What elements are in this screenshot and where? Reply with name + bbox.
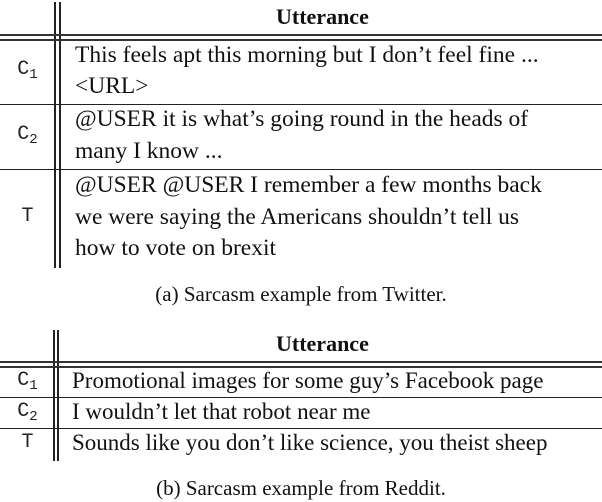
caption-reddit: (b) Sarcasm example from Reddit.	[156, 476, 446, 500]
row-label: C1	[17, 58, 38, 83]
header-rule	[0, 34, 602, 36]
header-rule	[0, 361, 602, 363]
column-divider	[57, 330, 59, 461]
row-label: C2	[17, 400, 38, 425]
utterance-text: many I know ...	[75, 138, 223, 164]
row-label: C1	[17, 369, 38, 394]
utterance-header: Utterance	[276, 4, 369, 29]
column-divider	[59, 2, 61, 268]
utterance-text: I wouldn’t let that robot near me	[72, 399, 371, 424]
utterance-header: Utterance	[276, 331, 369, 356]
utterance-text: @USER @USER I remember a few months back	[75, 172, 542, 198]
utterance-text: how to vote on brexit	[75, 235, 277, 261]
row-label: T	[21, 431, 34, 454]
utterance-text: @USER it is what’s going round in the he…	[75, 106, 529, 132]
utterance-text: This feels apt this morning but I don’t …	[75, 42, 539, 68]
utterance-text: Promotional images for some guy’s Facebo…	[72, 368, 544, 393]
utterance-text: Sounds like you don’t like science, you …	[72, 430, 548, 455]
row-label: C2	[17, 123, 38, 148]
caption-twitter: (a) Sarcasm example from Twitter.	[155, 282, 447, 306]
utterance-text: <URL>	[75, 73, 149, 99]
utterance-text: we were saying the Americans shouldn’t t…	[75, 204, 520, 230]
row-label: T	[21, 205, 34, 228]
